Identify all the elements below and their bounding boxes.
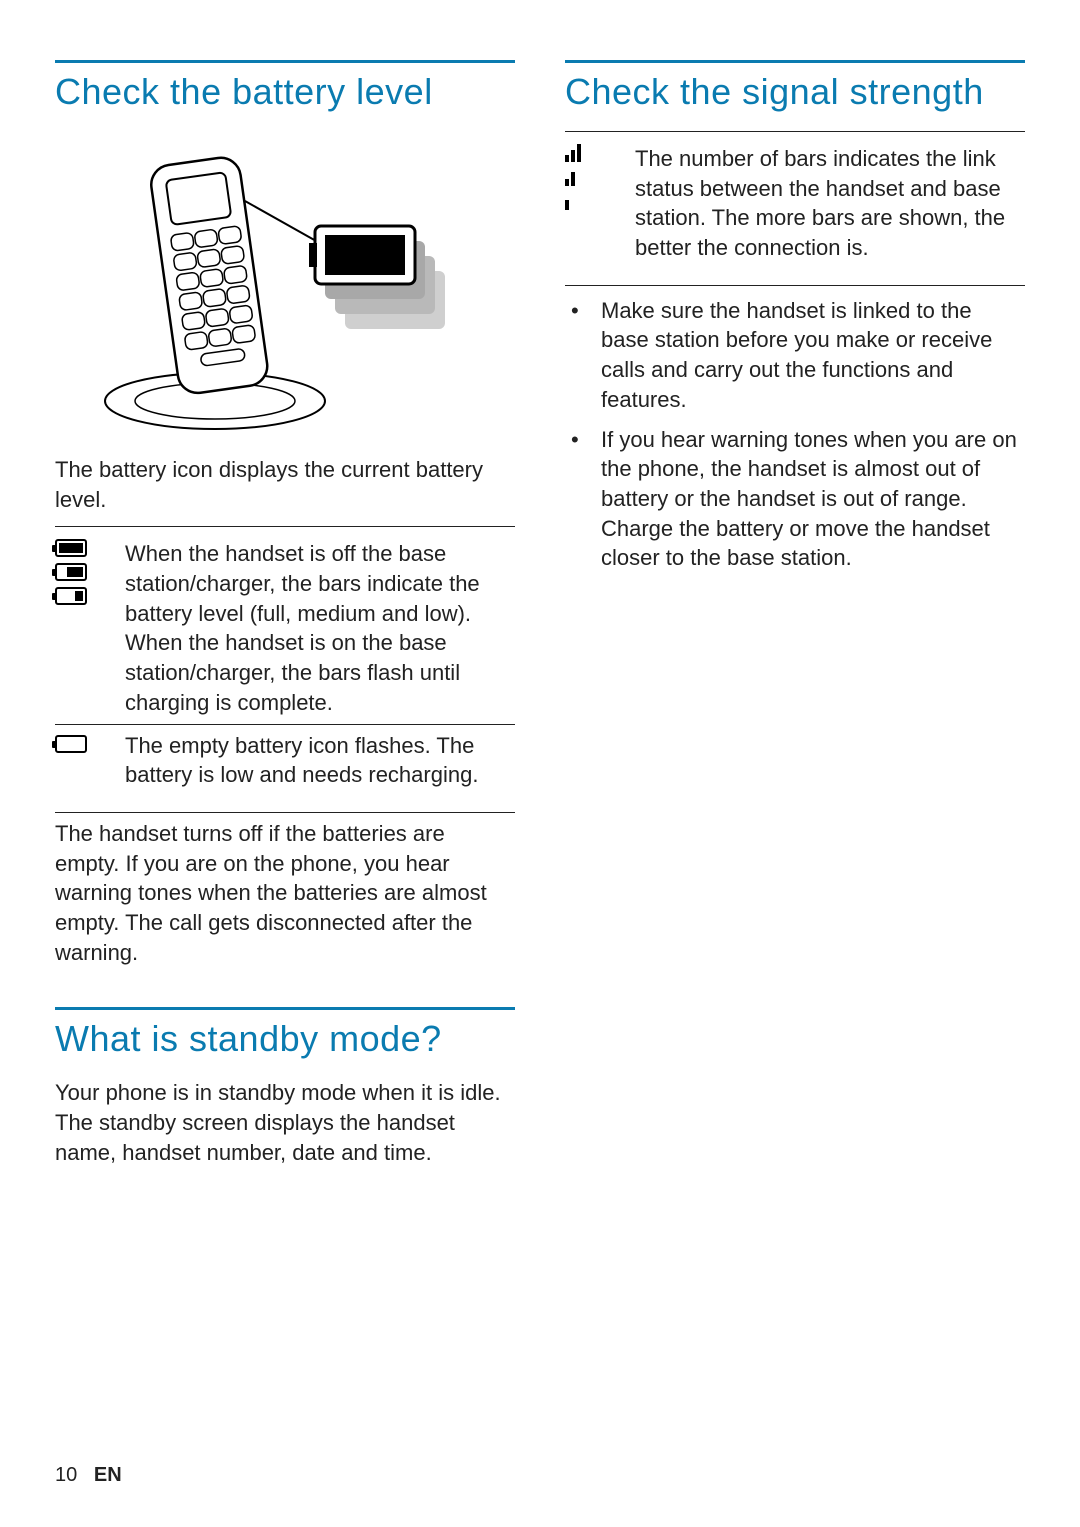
battery-full-icon xyxy=(55,539,87,557)
section-rule xyxy=(55,60,515,63)
signal-icon-table: The number of bars indicates the link st… xyxy=(565,138,1025,269)
signal-icons-cell xyxy=(565,138,635,269)
battery-icons-cell xyxy=(55,533,125,724)
heading-standby: What is standby mode? xyxy=(55,1018,515,1060)
right-column: Check the signal strength xyxy=(565,60,1025,1207)
battery-footer-text: The handset turns off if the batteries a… xyxy=(55,819,515,967)
page-number: 10 xyxy=(55,1464,77,1486)
section-standby: What is standby mode? Your phone is in s… xyxy=(55,1007,515,1167)
page-footer: 10 EN xyxy=(55,1464,122,1487)
battery-empty-icon xyxy=(55,735,87,753)
handset-illustration xyxy=(55,131,515,441)
table-rule-bottom xyxy=(565,285,1025,286)
heading-battery-level: Check the battery level xyxy=(55,71,515,113)
list-item: If you hear warning tones when you are o… xyxy=(565,425,1025,573)
page-lang: EN xyxy=(94,1464,122,1486)
signal-row-text: The number of bars indicates the link st… xyxy=(635,138,1025,269)
battery-medium-icon xyxy=(55,563,87,581)
battery-icon-table: When the handset is off the base station… xyxy=(55,533,515,796)
table-row: When the handset is off the base station… xyxy=(55,533,515,724)
standby-body: Your phone is in standby mode when it is… xyxy=(55,1078,515,1167)
battery-low-icon xyxy=(55,587,87,605)
battery-row-text: The empty battery icon flashes. The batt… xyxy=(125,724,515,796)
left-column: Check the battery level xyxy=(55,60,515,1207)
table-row: The empty battery icon flashes. The batt… xyxy=(55,724,515,796)
table-rule-top xyxy=(55,526,515,527)
section-battery: Check the battery level xyxy=(55,60,515,967)
list-item: Make sure the handset is linked to the b… xyxy=(565,296,1025,415)
section-rule xyxy=(55,1007,515,1010)
heading-signal-strength: Check the signal strength xyxy=(565,71,1025,113)
table-rule-top xyxy=(565,131,1025,132)
signal-3bar-icon xyxy=(565,144,625,162)
signal-1bar-icon xyxy=(565,192,625,210)
signal-2bar-icon xyxy=(565,168,625,186)
battery-row-text: When the handset is off the base station… xyxy=(125,533,515,724)
page-columns: Check the battery level xyxy=(55,60,1025,1207)
table-rule-bottom xyxy=(55,812,515,813)
section-signal: Check the signal strength xyxy=(565,60,1025,573)
battery-caption: The battery icon displays the current ba… xyxy=(55,455,515,514)
signal-bullet-list: Make sure the handset is linked to the b… xyxy=(565,296,1025,573)
battery-empty-icon-cell xyxy=(55,724,125,796)
section-rule xyxy=(565,60,1025,63)
table-row: The number of bars indicates the link st… xyxy=(565,138,1025,269)
